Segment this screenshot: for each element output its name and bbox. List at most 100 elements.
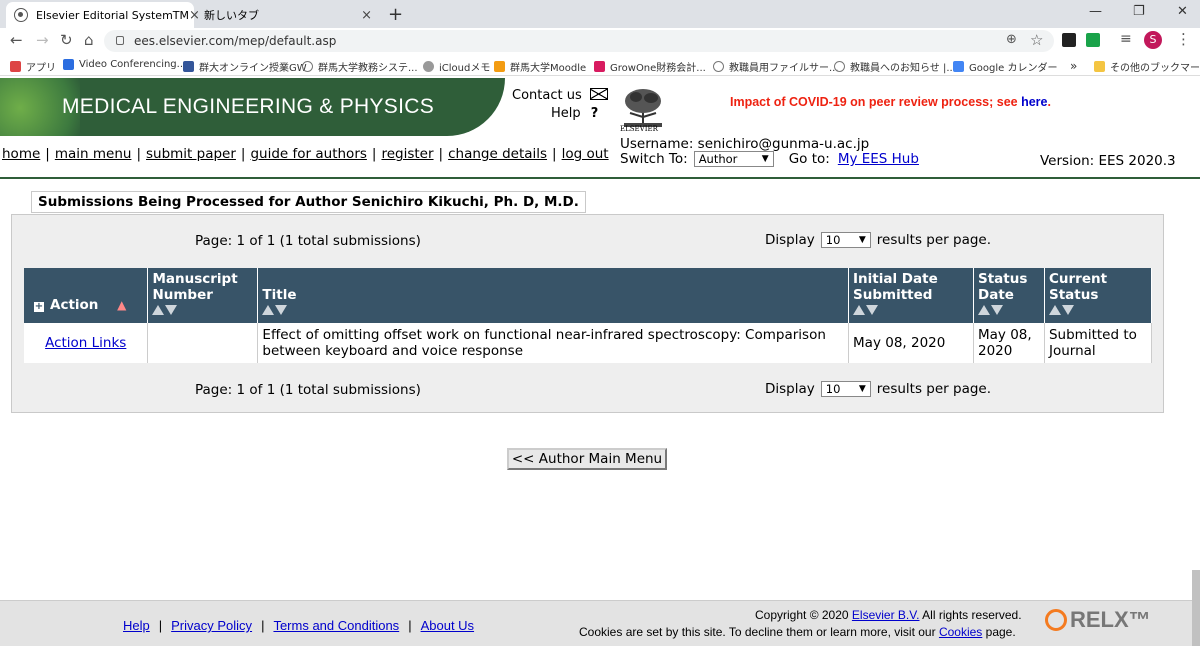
address-bar[interactable]: ees.elsevier.com/mep/default.asp (104, 30, 1054, 52)
bookmark-apps[interactable]: アプリ (10, 59, 56, 74)
column-action[interactable]: + Action ▲ (24, 268, 149, 323)
page-info-top: Page: 1 of 1 (1 total submissions) (195, 233, 421, 249)
display-control-top: Display 10 ▼ results per page. (765, 232, 992, 248)
bookmark-item[interactable]: 教職員用ファイルサー... (713, 59, 839, 74)
cell-manuscript-number (147, 323, 259, 363)
footer-help-link[interactable]: Help (123, 618, 150, 633)
calendar-icon (953, 61, 964, 72)
tab-active[interactable]: Elsevier Editorial SystemTM × (6, 2, 200, 28)
zoom-icon[interactable]: ⊕ (1006, 32, 1017, 47)
nav-home[interactable]: home (2, 146, 40, 162)
dropdown-arrow-icon: ▼ (761, 154, 769, 164)
per-page-select[interactable]: 10 ▼ (820, 232, 871, 248)
tab-title: Elsevier Editorial SystemTM (36, 8, 189, 22)
bookmark-item[interactable]: Video Conferencing... (63, 59, 186, 70)
sort-icon[interactable] (262, 305, 288, 315)
growone-icon (594, 61, 605, 72)
home-icon[interactable]: ⌂ (84, 31, 94, 49)
checkmark-extension-icon[interactable] (1086, 33, 1100, 47)
bookmark-item[interactable]: 群馬大学教務システ... (302, 59, 418, 74)
menu-icon[interactable]: ⋮ (1176, 30, 1191, 48)
bookmark-item[interactable]: GrowOne財務会計... (594, 59, 706, 74)
bookmarks-overflow-button[interactable]: » (1070, 59, 1077, 73)
cell-initial-date: May 08, 2020 (848, 323, 974, 363)
tab-close-button[interactable]: × (361, 8, 372, 23)
my-ees-hub-link[interactable]: My EES Hub (838, 151, 919, 167)
globe-icon (302, 61, 313, 72)
globe-icon (14, 8, 28, 22)
covid-here-link[interactable]: here (1021, 95, 1047, 109)
author-main-menu-button[interactable]: << Author Main Menu (507, 448, 667, 470)
globe-icon (713, 61, 724, 72)
reload-icon[interactable]: ↻ (60, 31, 73, 49)
bookmark-star-icon[interactable]: ☆ (1030, 31, 1043, 49)
page-info-bottom: Page: 1 of 1 (1 total submissions) (195, 382, 421, 398)
footer-privacy-link[interactable]: Privacy Policy (171, 618, 252, 633)
globe-icon (834, 61, 845, 72)
bookmark-item[interactable]: Google カレンダー (953, 59, 1057, 74)
sort-icon[interactable] (152, 305, 178, 315)
forward-icon[interactable]: → (36, 31, 49, 49)
profile-avatar[interactable]: S (1144, 31, 1162, 49)
bookmark-other[interactable]: その他のブックマーク (1094, 59, 1200, 74)
warning-icon: ▲ (117, 298, 127, 312)
sort-icon[interactable] (853, 305, 879, 315)
bookmark-item[interactable]: 群馬大学Moodle (494, 59, 586, 74)
nav-main-menu[interactable]: main menu (55, 146, 132, 162)
footer-about-link[interactable]: About Us (421, 618, 474, 633)
cell-action: Action Links (24, 323, 149, 363)
sort-icon[interactable] (1048, 305, 1074, 315)
journal-title: MEDICAL ENGINEERING & PHYSICS (62, 95, 434, 118)
video-icon (63, 59, 74, 70)
footer-links: Help | Privacy Policy | Terms and Conditions… (123, 618, 475, 633)
bookmark-item[interactable]: 群大オンライン授業GW (183, 59, 307, 74)
dropdown-arrow-icon: ▼ (858, 384, 866, 394)
role-select[interactable]: Author ▼ (693, 151, 774, 167)
footer-terms-link[interactable]: Terms and Conditions (273, 618, 399, 633)
per-page-select[interactable]: 10 ▼ (820, 381, 871, 397)
expand-icon[interactable]: + (34, 302, 44, 312)
cookies-link[interactable]: Cookies (939, 625, 982, 639)
address-text: ees.elsevier.com/mep/default.asp (134, 34, 337, 48)
question-icon: ? (590, 106, 599, 121)
sort-icon[interactable] (978, 305, 1003, 315)
covid-notice: Impact of COVID-19 on peer review proces… (730, 95, 1051, 109)
cell-current-status: Submitted to Journal (1044, 323, 1153, 363)
panel-title: Submissions Being Processed for Author S… (31, 191, 586, 213)
site-icon (183, 61, 194, 72)
column-initial-date[interactable]: Initial Date Submitted (848, 268, 974, 323)
column-manuscript-number[interactable]: Manuscript Number (147, 268, 259, 323)
window-close-button[interactable]: ✕ (1177, 4, 1188, 19)
minimize-button[interactable]: — (1089, 4, 1102, 19)
action-links-link[interactable]: Action Links (45, 335, 126, 351)
tab-new[interactable]: 新しいタブ × (196, 2, 380, 28)
display-control-bottom: Display 10 ▼ results per page. (765, 381, 992, 397)
cell-status-date: May 08, 2020 (973, 323, 1045, 363)
submissions-table: + Action ▲ Manuscript Number Title Initia… (24, 268, 1153, 363)
maximize-button[interactable]: ❐ (1133, 4, 1145, 19)
nav-submit-paper[interactable]: submit paper (146, 146, 236, 162)
nav-log-out[interactable]: log out (562, 146, 609, 162)
bookmark-item[interactable]: 教職員へのお知らせ |... (834, 59, 956, 74)
help-link[interactable]: Help ? (551, 106, 598, 121)
media-icon[interactable]: ≡ (1120, 31, 1132, 47)
elsevier-link[interactable]: Elsevier B.V. (852, 608, 920, 622)
column-current-status[interactable]: Current Status (1044, 268, 1153, 323)
tab-title: 新しいタブ (204, 9, 259, 22)
nav-guide-for-authors[interactable]: guide for authors (250, 146, 366, 162)
main-nav: home | main menu | submit paper | guide for au… (2, 146, 609, 162)
column-status-date[interactable]: Status Date (973, 268, 1045, 323)
scrollbar[interactable] (1192, 570, 1200, 646)
nav-register[interactable]: register (381, 146, 433, 162)
back-icon[interactable]: ← (10, 31, 23, 49)
relx-logo: RELX™ (1045, 607, 1151, 633)
folder-icon (1094, 61, 1105, 72)
username-label: Username: senichiro@gunma-u.ac.jp (620, 136, 870, 152)
new-tab-button[interactable]: + (388, 4, 403, 25)
bookmark-item[interactable]: iCloudメモ (423, 59, 490, 74)
envelope-icon (589, 88, 608, 100)
column-title[interactable]: Title (257, 268, 850, 323)
extension-icon[interactable] (1062, 33, 1076, 47)
contact-us-link[interactable]: Contact us (512, 88, 608, 103)
nav-change-details[interactable]: change details (448, 146, 547, 162)
